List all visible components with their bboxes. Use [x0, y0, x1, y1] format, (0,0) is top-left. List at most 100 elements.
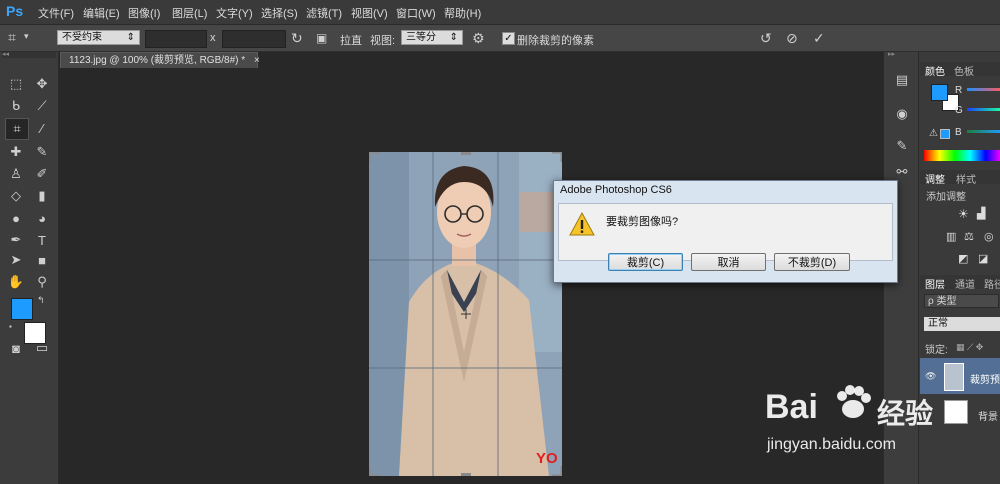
brightness-icon[interactable]: ☀ [958, 207, 969, 221]
delete-cropped-label: 删除裁剪的像素 [517, 35, 594, 47]
settings-gear-icon[interactable]: ⚙ [472, 30, 485, 47]
crop-tool-active-icon[interactable]: ⌗ [5, 118, 29, 140]
ratio-select[interactable]: 不受约束 ⇕ [57, 30, 140, 45]
straighten-button[interactable]: 拉直 [340, 32, 362, 48]
tab-channels[interactable]: 通道 [955, 276, 975, 291]
menu-edit[interactable]: 编辑(E) [83, 5, 120, 21]
menu-image[interactable]: 图像(I) [128, 5, 160, 21]
menu-select[interactable]: 选择(S) [261, 5, 298, 21]
foreground-color-swatch[interactable] [11, 298, 33, 320]
screen-mode-icon[interactable]: ▭ [31, 338, 53, 358]
warning-icon [569, 211, 595, 237]
menu-file[interactable]: 文件(F) [38, 5, 74, 21]
healing-brush-icon[interactable]: ✚ [5, 142, 27, 162]
preset-dropdown-icon[interactable]: ▾ [24, 31, 29, 42]
zoom-tool-icon[interactable]: ⚲ [31, 272, 53, 292]
tab-paths[interactable]: 路径 [984, 276, 1000, 291]
photo-watermark-text: YO [536, 450, 558, 467]
warning-gamut-icon: ⚠ [929, 128, 938, 139]
invert-icon[interactable]: ◩ [958, 252, 968, 265]
close-document-icon[interactable]: × [254, 55, 260, 66]
quick-mask-icon[interactable]: ◙ [5, 338, 27, 358]
pen-tool-icon[interactable]: ✒ [5, 230, 27, 250]
tab-adjustments[interactable]: 调整 [925, 171, 945, 186]
marquee-tool-icon[interactable]: ⬚ [5, 74, 27, 94]
clone-stamp-icon[interactable]: ♙ [5, 164, 27, 184]
layer-name: 裁剪预览 [970, 375, 1000, 386]
menu-type[interactable]: 文字(Y) [216, 5, 253, 21]
channel-b-slider[interactable] [967, 130, 1000, 133]
blend-mode-select[interactable]: 正常 [924, 317, 1000, 331]
layer-filter-select[interactable]: ρ 类型 [924, 294, 999, 308]
gradient-tool-icon[interactable]: ▮ [31, 186, 53, 206]
type-tool-icon[interactable]: T [31, 230, 53, 250]
menu-help[interactable]: 帮助(H) [444, 5, 481, 21]
lock-icons[interactable]: ▦ ⟋ ✥ [956, 342, 983, 353]
paw-icon [833, 382, 873, 422]
menu-view[interactable]: 视图(V) [351, 5, 388, 21]
tab-color[interactable]: 颜色 [925, 63, 945, 78]
height-input[interactable] [222, 30, 286, 48]
photo-canvas[interactable]: YO [369, 152, 562, 476]
threshold-icon[interactable]: ◪ [978, 252, 988, 265]
commit-checkmark-icon[interactable]: ✓ [813, 30, 825, 47]
dialog-title: Adobe Photoshop CS6 [560, 184, 672, 196]
shape-tool-icon[interactable]: ■ [31, 250, 53, 270]
cancel-icon[interactable]: ⊘ [786, 30, 798, 47]
dialog-message: 要裁剪图像吗? [606, 216, 679, 228]
tab-swatches[interactable]: 色板 [954, 63, 974, 78]
view-select[interactable]: 三等分 ⇕ [401, 30, 463, 45]
channel-b-label: B [955, 127, 962, 138]
path-select-tool-icon[interactable]: ➤ [5, 250, 27, 270]
quick-select-tool-icon[interactable]: ⟋ [31, 96, 53, 116]
brush-tool-icon[interactable]: ✎ [31, 142, 53, 162]
color-spectrum-bar[interactable] [924, 150, 1000, 161]
blur-tool-icon[interactable]: ● [5, 208, 27, 228]
channel-g-label: G [955, 105, 963, 116]
straighten-icon[interactable]: ▣ [316, 31, 327, 45]
channel-r-label: R [955, 85, 963, 96]
brush-panel-icon[interactable]: ✎ [891, 136, 913, 156]
clone-source-icon[interactable]: ⚯ [891, 162, 913, 182]
baidu-url-text: jingyan.baidu.com [767, 436, 896, 453]
eyedropper-tool-icon[interactable]: ⁄ [31, 118, 53, 138]
document-tab[interactable]: 1123.jpg @ 100% (裁剪预览, RGB/8#) * × [60, 52, 260, 68]
options-bar: ⌗ ▾ 不受约束 ⇕ x ↻ ▣ 拉直 视图: 三等分 ⇕ ⚙ ✓ 删除裁剪的像素 … [0, 25, 1000, 52]
reset-icon[interactable]: ↺ [760, 30, 772, 47]
properties-panel-icon[interactable]: ◉ [891, 104, 913, 124]
menu-filter[interactable]: 滤镜(T) [306, 5, 342, 21]
move-tool-icon[interactable]: ✥ [31, 74, 53, 94]
dodge-tool-icon[interactable]: ◕ [31, 208, 53, 228]
photo-filter-icon[interactable]: ◎ [984, 230, 994, 243]
websafe-color-swatch[interactable] [940, 129, 950, 139]
history-brush-icon[interactable]: ✐ [31, 164, 53, 184]
cancel-button[interactable]: 取消 [691, 253, 766, 271]
menu-window[interactable]: 窗口(W) [396, 5, 436, 21]
tab-styles[interactable]: 样式 [956, 171, 976, 186]
portrait-image [369, 152, 562, 476]
swap-icon[interactable]: ↻ [291, 30, 303, 47]
width-input[interactable] [145, 30, 207, 48]
hand-tool-icon[interactable]: ✋ [5, 272, 27, 292]
delete-cropped-checkbox[interactable]: ✓ [502, 32, 515, 45]
history-panel-icon[interactable]: ▤ [891, 70, 913, 90]
lasso-tool-icon[interactable]: ᑲ [5, 96, 27, 116]
channel-g-slider[interactable] [967, 108, 1000, 111]
crop-button[interactable]: 裁剪(C) [608, 253, 683, 271]
balance-icon[interactable]: ⚖ [964, 230, 974, 243]
baidu-brand-text: Bai [765, 388, 818, 426]
panel-foreground-swatch[interactable] [931, 84, 948, 101]
channel-r-slider[interactable] [967, 88, 1000, 91]
tab-layers[interactable]: 图层 [925, 276, 945, 291]
menu-layer[interactable]: 图层(L) [172, 5, 207, 21]
dont-crop-button[interactable]: 不裁剪(D) [774, 253, 850, 271]
levels-icon[interactable]: ▟ [977, 207, 985, 220]
menu-bar: Ps 文件(F) 编辑(E) 图像(I) 图层(L) 文字(Y) 选择(S) 滤… [0, 0, 1000, 25]
crop-tool-icon[interactable]: ⌗ [8, 29, 16, 46]
tools-panel: ◂◂ ⬚ ✥ ᑲ ⟋ ⌗ ⁄ ✚ ✎ ♙ ✐ ◇ ▮ ● ◕ ✒ T ➤ ■ ✋… [0, 51, 59, 484]
vibrance-icon[interactable]: ▥ [946, 230, 956, 243]
crop-confirm-dialog: Adobe Photoshop CS6 要裁剪图像吗? 裁剪(C) 取消 不裁剪… [553, 180, 898, 283]
default-colors-icon[interactable]: ▪ [9, 322, 12, 331]
eraser-tool-icon[interactable]: ◇ [5, 186, 27, 206]
swap-colors-icon[interactable]: ↰ [37, 295, 45, 306]
